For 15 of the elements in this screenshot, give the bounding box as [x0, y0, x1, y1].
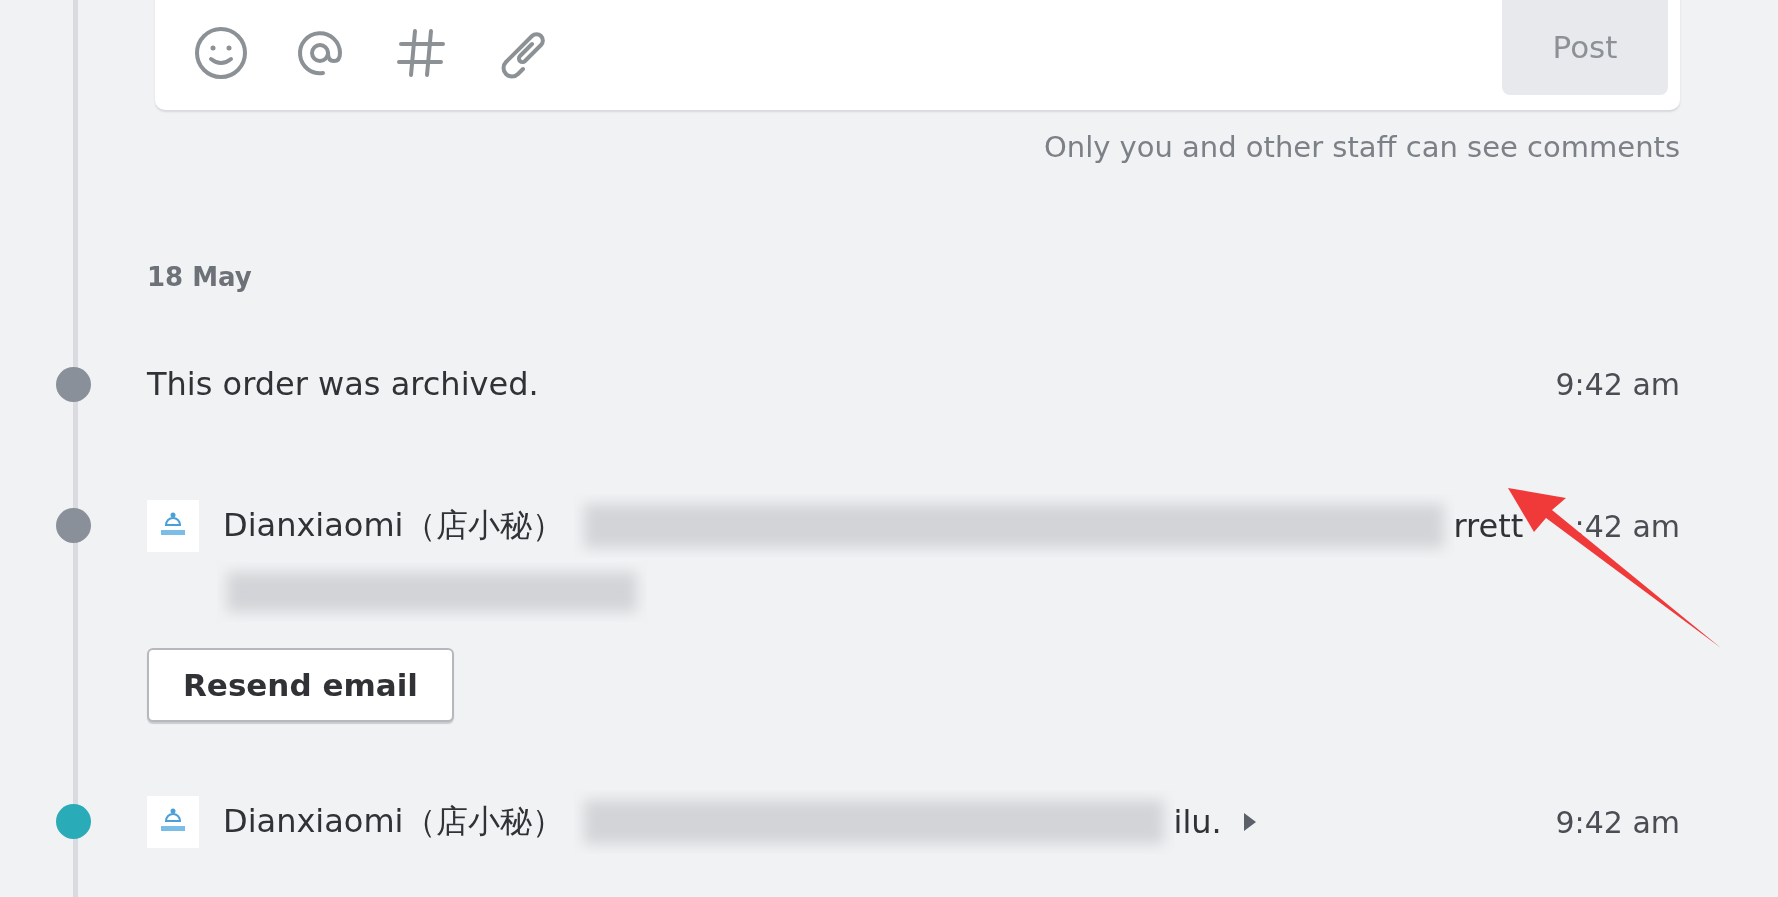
app-name: Dianxiaomi（店小秘） [223, 801, 564, 842]
event-message: This order was archived. [147, 365, 540, 403]
app-name: Dianxiaomi（店小秘） [223, 505, 564, 546]
event-time: 9:42 am [1555, 366, 1680, 402]
caret-icon[interactable] [1241, 811, 1258, 833]
resend-email-button[interactable]: Resend email [147, 648, 454, 722]
app-logo-icon [147, 796, 199, 848]
event-time: 9:42 am [1555, 804, 1680, 840]
comment-note: Only you and other staff can see comments [1042, 130, 1680, 164]
date-heading: 18 May [147, 262, 253, 292]
message-fragment: ilu. [1173, 803, 1222, 841]
event-time: :42 am [1574, 508, 1680, 544]
app-logo-icon [147, 500, 199, 552]
emoji-icon[interactable] [193, 25, 249, 81]
message-fragment: rrett [1453, 507, 1524, 545]
